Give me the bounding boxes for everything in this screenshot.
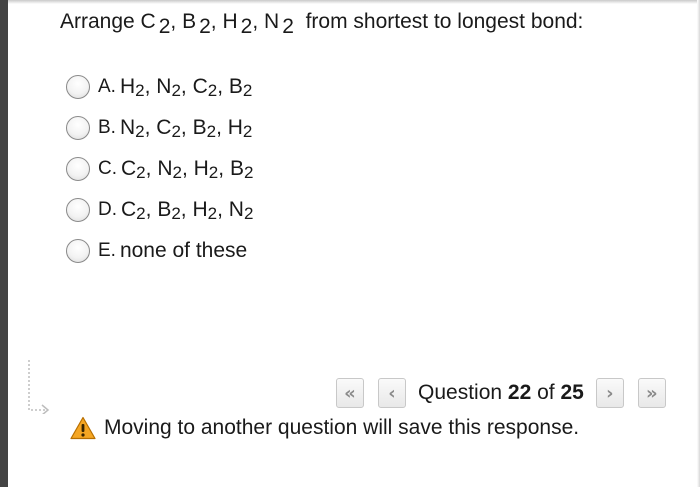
option-a[interactable]: A. H2, N2, C2, B2 xyxy=(66,66,253,107)
answer-options: A. H2, N2, C2, B2 B. N2, C2, B2, H2 C. C… xyxy=(66,66,253,271)
question-molecule: C 2, xyxy=(140,10,177,38)
radio-button[interactable] xyxy=(66,197,90,222)
warning-icon xyxy=(70,416,96,440)
option-d[interactable]: D. C2, B2, H2, N2 xyxy=(66,189,253,230)
question-navigation: « ‹ Question 22 of 25 › » xyxy=(336,378,666,408)
option-letter: A. xyxy=(98,75,116,97)
option-label: none of these xyxy=(119,238,248,262)
question-prefix: Arrange xyxy=(60,10,141,33)
first-question-button[interactable]: « xyxy=(336,378,364,408)
option-letter: C. xyxy=(98,157,117,179)
option-label: N2, C2, B2, H2 xyxy=(119,115,253,141)
window-left-border xyxy=(0,0,8,487)
question-molecule: B 2, xyxy=(182,10,217,38)
option-b[interactable]: B. N2, C2, B2, H2 xyxy=(66,107,253,148)
option-label: C2, B2, H2, N2 xyxy=(121,197,254,223)
question-suffix: from shortest to longest bond: xyxy=(305,10,584,33)
question-text: Arrange C 2, B 2, H 2, N2 from shortest to … xyxy=(60,10,584,38)
question-counter: Question 22 of 25 xyxy=(418,381,584,404)
previous-question-button[interactable]: ‹ xyxy=(378,378,406,408)
save-warning: Moving to another question will save thi… xyxy=(70,416,579,440)
radio-button[interactable] xyxy=(66,156,90,181)
option-letter: E. xyxy=(98,239,116,261)
last-question-button[interactable]: » xyxy=(637,378,666,408)
radio-button[interactable] xyxy=(66,74,90,99)
option-label: C2, N2, H2, B2 xyxy=(121,156,254,182)
option-letter: B. xyxy=(98,116,116,138)
question-molecule: N2 xyxy=(264,10,294,38)
warning-text: Moving to another question will save thi… xyxy=(104,416,580,439)
radio-button[interactable] xyxy=(66,238,90,263)
radio-button[interactable] xyxy=(66,115,90,140)
option-letter: D. xyxy=(98,198,117,220)
next-question-button[interactable]: › xyxy=(595,378,624,408)
option-c[interactable]: C. C2, N2, H2, B2 xyxy=(66,148,253,189)
option-e[interactable]: E. none of these xyxy=(66,230,253,271)
question-molecule: H 2, xyxy=(222,10,259,38)
top-shadow xyxy=(8,0,700,4)
corner-arrow-icon xyxy=(28,360,50,414)
option-label: H2, N2, C2, B2 xyxy=(119,74,253,100)
